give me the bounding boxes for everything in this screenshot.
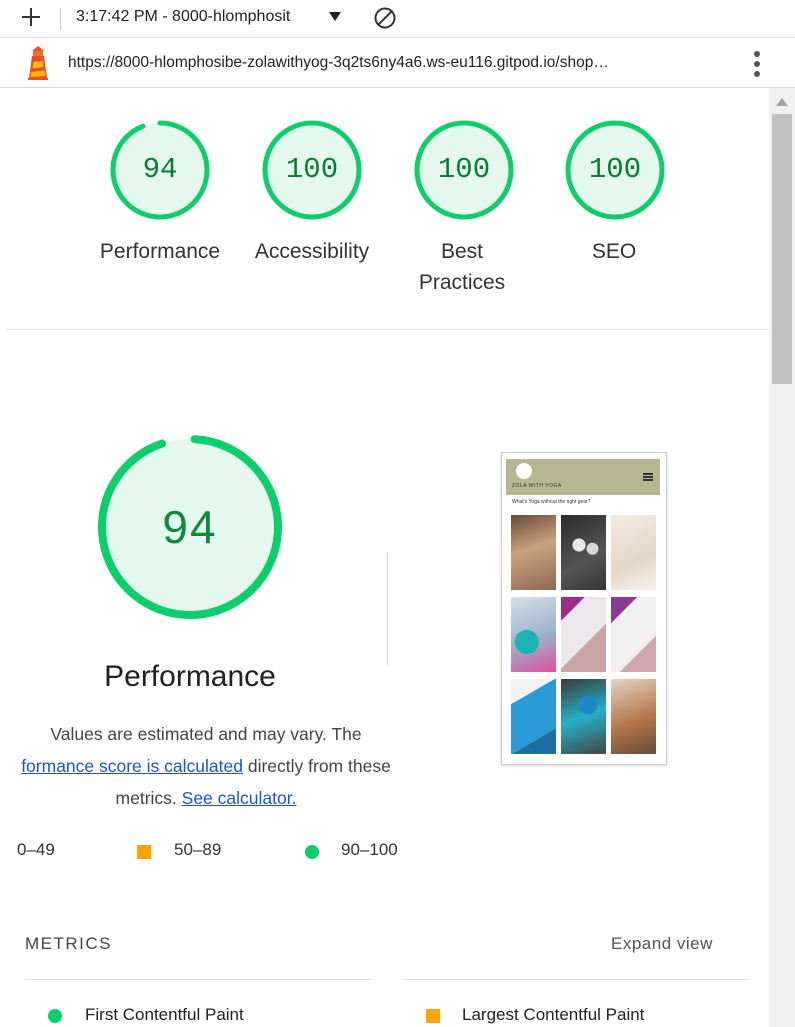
score-label: Best Practices [418,240,506,294]
more-options-icon[interactable] [750,51,764,77]
devtools-toolbar: 3:17:42 PM - 8000-hlomphosit [0,0,795,38]
product-image [561,679,606,754]
block-icon[interactable] [373,6,397,30]
average-square-icon [426,1009,440,1023]
score-value: 100 [285,153,339,186]
section-divider [6,329,769,330]
product-image [511,679,556,754]
lighthouse-icon [28,46,48,80]
report-content: 94 Performance 100 Accessibility 100 Best Prac… [6,88,769,1027]
product-image [611,597,656,672]
pass-circle-icon [305,845,319,859]
metric-largest-contentful-paint: Largest Contentful Paint [462,1005,645,1024]
performance-description: Values are estimated and may vary. The f… [6,718,406,814]
metrics-heading: METRICS [25,934,112,953]
product-image [611,679,656,754]
product-image [561,597,606,672]
scroll-up-arrow-icon[interactable] [776,98,788,106]
final-screenshot-thumbnail[interactable]: ZOLA WITH YOGA What's Yoga without the r… [501,452,667,765]
score-value: 100 [437,153,491,186]
score-gauge[interactable]: 100 [260,118,364,222]
product-image [611,515,656,590]
chevron-down-icon[interactable] [329,12,341,21]
thumbnail-site-header: ZOLA WITH YOGA [506,459,660,495]
score-gauge[interactable]: 100 [563,118,667,222]
metric-first-contentful-paint: First Contentful Paint [85,1005,244,1024]
description-text-3: metrics. [115,788,182,808]
legend-fail-range: 0–49 [17,840,55,859]
score-value: 94 [142,153,178,186]
pass-circle-icon [48,1009,62,1023]
description-text-2: directly from these [242,756,391,776]
score-calculation-link[interactable]: formance score is calculated [21,756,243,776]
legend-pass-range: 90–100 [341,840,398,859]
metrics-divider [25,979,371,980]
thumbnail-tagline: What's Yoga without the right gear? [512,499,591,505]
site-logo-icon [516,463,532,479]
score-gauge[interactable]: 100 [412,118,516,222]
score-label: Performance [99,240,221,263]
product-image [511,515,556,590]
scrollbar-thumb[interactable] [772,114,792,384]
description-text-1: Values are estimated and may vary. The [50,724,362,744]
score-gauge[interactable]: 94 [108,118,212,222]
thumbnail-brand: ZOLA WITH YOGA [512,483,562,489]
performance-title: Performance [104,660,276,693]
report-selector[interactable]: 3:17:42 PM - 8000-hlomphosit [76,8,290,26]
see-calculator-link[interactable]: See calculator. [182,788,297,808]
vertical-divider [387,553,388,665]
report-url[interactable]: https://8000-hlomphosibe-zolawithyog-3q2… [68,54,609,72]
performance-score: 94 [162,501,218,553]
hamburger-menu-icon [643,473,653,481]
legend-average-range: 50–89 [174,840,222,859]
report-url-bar: https://8000-hlomphosibe-zolawithyog-3q2… [0,38,795,88]
metrics-divider [403,979,749,980]
expand-view-button[interactable]: Expand view [611,934,713,954]
product-image [561,515,606,590]
score-value: 100 [588,153,642,186]
average-square-icon [137,845,151,859]
plus-icon[interactable] [19,5,43,29]
score-label: SEO [591,240,637,263]
performance-gauge: 94 [94,431,286,623]
toolbar-separator [60,8,61,30]
score-label: Accessibility [254,240,370,263]
product-image [511,597,556,672]
